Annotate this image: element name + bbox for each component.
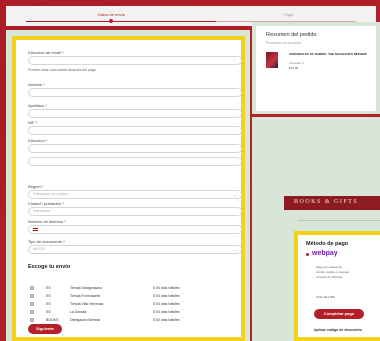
nif-field[interactable] [28,126,242,135]
item-price: $24.99 [289,66,299,70]
shipping-code: ES [46,302,51,306]
item-name: CHRONICLES OF NARNIA: THE MAGICIAN'S NEP… [289,52,367,56]
flag-icon[interactable] [33,228,38,231]
payment-title: Método de pago [306,241,349,247]
radio-button[interactable] [30,302,34,306]
shipping-code: ES [46,310,51,314]
name-label: Nombre * [28,82,45,87]
address-field-2[interactable] [28,157,242,166]
doc-type-select[interactable]: NIF/CIF ⌄ [28,245,242,254]
order-summary: Resumen del pedido Productos en tu carri… [256,26,376,111]
summary-subtitle: Productos en tu carrito [266,41,302,45]
shipping-form: Dirección de email * ◌ Puedes crear una … [12,36,245,341]
region-label: Región * [28,184,44,189]
shipping-time: 5.00 días hábiles [153,310,180,314]
clear-icon[interactable]: ◌ [233,57,236,63]
store-banner: BOOKS & GIFTS [284,196,380,210]
nif-label: NIF * [28,120,38,125]
shipping-time: 5.00 días hábiles [153,294,180,298]
shipping-option[interactable]: ES Tienda Villa Hermosa 5.00 días hábile… [30,302,230,308]
item-qty: Cantidad: 1 [289,61,305,65]
city-label: Ciudad / población * [28,201,64,206]
radio-button[interactable] [30,286,34,290]
surname-field[interactable] [28,109,242,118]
name-field[interactable] [28,88,242,97]
shipping-option[interactable]: ES La Dorada 5.00 días hábiles [30,310,230,316]
doc-type-label: Tipo de documento * [28,239,65,244]
shipping-name: Tienda Formosante [70,294,101,298]
payment-desc-1: Paga con tarjeta de [316,265,343,269]
region-select[interactable]: Seleccione una región ⌄ [28,190,242,199]
shipping-code: BOOKS [46,318,59,322]
shipping-name: Tienda Saragossano [70,286,103,290]
shipping-time: 5.00 días hábiles [153,302,180,306]
book-cover-image [266,52,278,68]
email-help: Puedes crear una cuenta después del pago… [28,68,97,72]
payment-desc-3: a través de Webpay [316,275,343,279]
shipping-name: Delegación Bermat [70,318,100,322]
chevron-down-icon: ⌄ [233,247,237,252]
shipping-code: ES [46,294,51,298]
step-shipping[interactable]: Datos de envío [98,12,125,17]
region-placeholder: Seleccione una región [33,192,68,196]
shipping-option[interactable]: ES Tienda Saragossano 5.00 días hábiles [30,286,230,292]
step-progress-line [26,21,216,22]
phone-label: Número de teléfono * [28,219,66,224]
radio-button[interactable] [30,318,34,322]
payment-total: Total: $24.990 [316,295,335,299]
shipping-name: La Dorada [70,310,87,314]
complete-payment-button[interactable]: Completar pago [314,309,364,319]
shipping-time: 5.00 días hábiles [153,286,180,290]
email-field[interactable] [28,56,242,65]
step-payment[interactable]: Pago [284,12,293,17]
doc-type-placeholder: NIF/CIF [33,247,46,251]
radio-button[interactable] [30,294,34,298]
summary-title: Resumen del pedido [266,32,317,38]
coupon-link[interactable]: Aplicar código de descuento [314,328,362,332]
city-select[interactable]: Seleccione [28,207,242,216]
shipping-code: ES [46,286,51,290]
shipping-option[interactable]: BOOKS Delegación Bermat 5.00 días hábile… [30,318,230,324]
address-label: Dirección * [28,138,48,143]
address-field[interactable] [28,144,242,153]
webpay-logo: webpay [312,250,338,257]
shipping-time: 5.00 días hábiles [153,318,180,322]
chevron-down-icon: ⌄ [233,192,237,197]
city-placeholder: Seleccione [33,209,51,213]
step-current-dot [109,19,113,23]
email-label: Dirección de email * [28,50,64,55]
shipping-name: Tienda Villa Hermosa [70,302,104,306]
phone-field[interactable] [28,225,242,234]
surname-label: Apellidos * [28,103,47,108]
radio-button[interactable] [30,310,34,314]
next-button[interactable]: Siguiente [28,324,62,334]
payment-method-card: Método de pago webpay Paga con tarjeta d… [294,231,380,341]
payment-desc-2: crédito, débito o prepago [316,270,350,274]
shipping-title: Escoge tu envío [28,264,71,270]
shipping-option[interactable]: ES Tienda Formosante 5.00 días hábiles [30,294,230,300]
divider [298,220,380,221]
radio-selected-icon[interactable] [306,253,309,256]
banner-text: BOOKS & GIFTS [294,199,359,205]
